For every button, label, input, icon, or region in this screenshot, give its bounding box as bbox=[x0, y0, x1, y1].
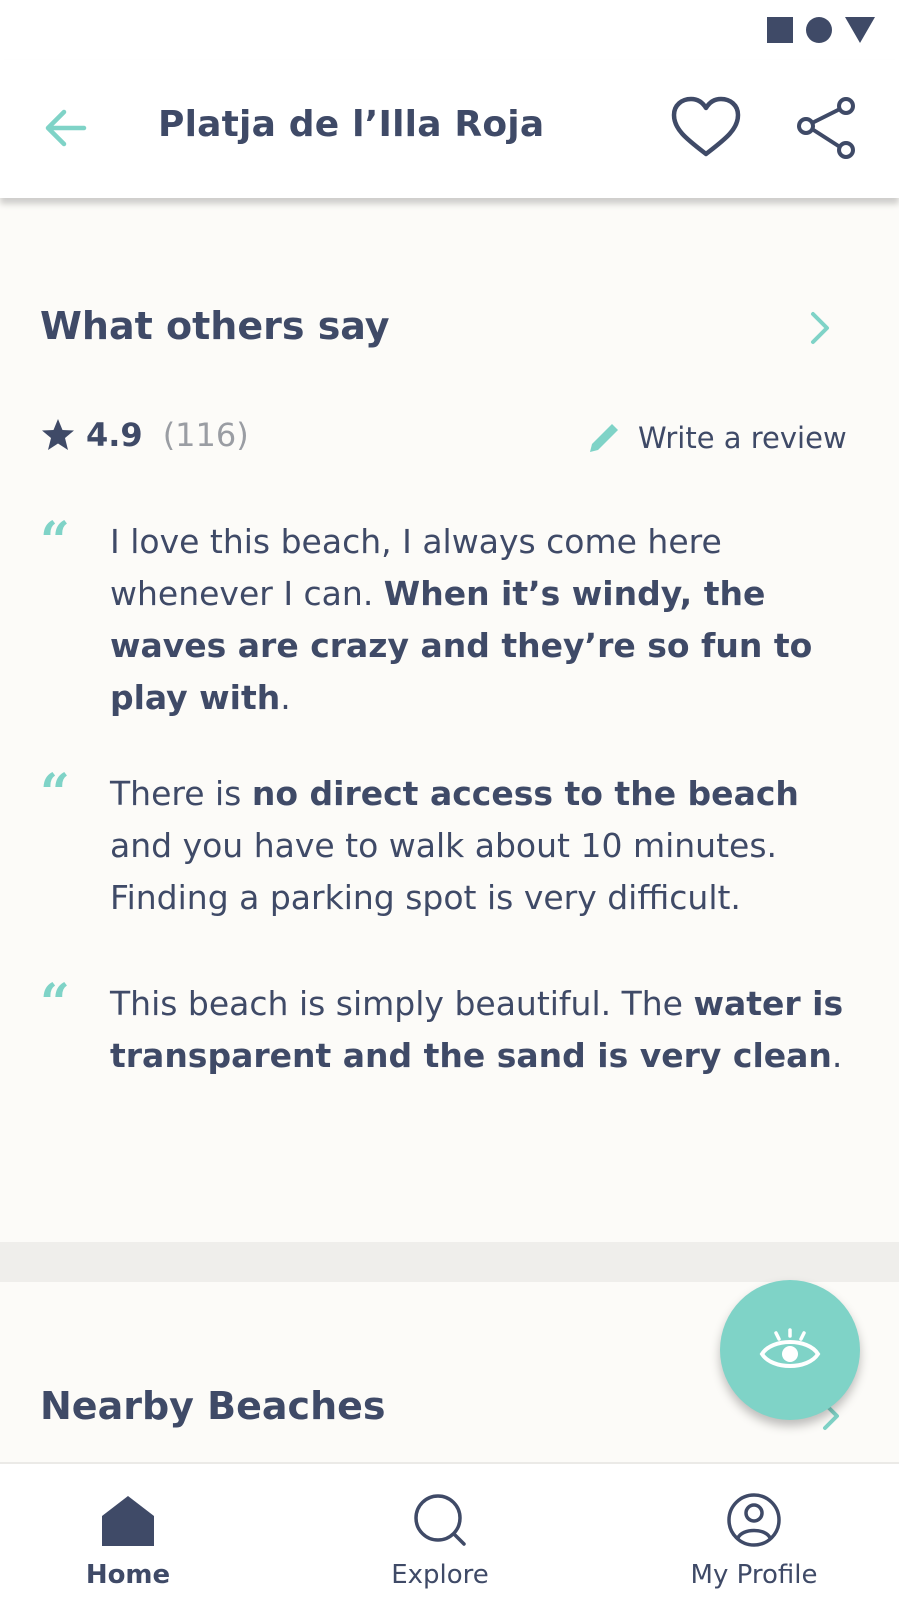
review-text: This beach is simply beautiful. The wate… bbox=[110, 978, 850, 1082]
chevron-right-icon bbox=[811, 312, 829, 344]
nav-home-label: Home bbox=[85, 1560, 171, 1590]
circle-icon bbox=[806, 17, 832, 43]
section-divider bbox=[0, 1242, 899, 1282]
status-bar bbox=[0, 0, 899, 60]
review-fragment: There is bbox=[110, 774, 252, 813]
review-highlight: no direct access to the beach bbox=[251, 774, 799, 813]
review-fragment: This beach is simply beautiful. The bbox=[110, 984, 694, 1023]
review-text: There is no direct access to the beach a… bbox=[110, 768, 850, 924]
square-icon bbox=[767, 17, 793, 43]
rating-value: 4.9 bbox=[86, 416, 143, 454]
nearby-title: Nearby Beaches bbox=[40, 1384, 386, 1428]
pencil-icon bbox=[590, 424, 618, 452]
nav-profile[interactable]: My Profile bbox=[654, 1464, 854, 1599]
status-icons bbox=[767, 16, 875, 44]
review-fragment: and you have to walk about 10 minutes. F… bbox=[110, 826, 778, 917]
star-icon bbox=[42, 419, 74, 450]
reviews-section: What others say 4.9 (116) Write a review… bbox=[0, 198, 899, 1242]
bottom-nav: Home Explore My Profile bbox=[0, 1462, 899, 1599]
favorite-button[interactable] bbox=[670, 96, 742, 160]
nav-explore-label: Explore bbox=[391, 1560, 489, 1590]
heart-icon bbox=[671, 96, 741, 157]
view-fab-button[interactable] bbox=[720, 1280, 860, 1420]
search-icon bbox=[414, 1494, 466, 1546]
triangle-icon bbox=[845, 17, 875, 43]
user-icon bbox=[727, 1493, 781, 1547]
arrow-left-icon bbox=[45, 109, 87, 147]
nav-explore[interactable]: Explore bbox=[340, 1464, 540, 1599]
page-title: Platja de l’Illa Roja bbox=[158, 104, 545, 145]
quote-icon: “ bbox=[40, 511, 70, 572]
review-fragment: . bbox=[831, 1036, 843, 1075]
review-fragment: . bbox=[280, 678, 291, 717]
home-icon bbox=[102, 1496, 154, 1546]
reviews-more-button[interactable] bbox=[805, 308, 835, 348]
quote-icon: “ bbox=[40, 973, 70, 1034]
quote-icon: “ bbox=[40, 763, 70, 824]
app-bar: Platja de l’Illa Roja bbox=[0, 60, 899, 198]
write-review-label: Write a review bbox=[638, 421, 847, 455]
back-button[interactable] bbox=[40, 100, 96, 156]
nav-profile-label: My Profile bbox=[690, 1560, 818, 1590]
section-title: What others say bbox=[40, 304, 390, 348]
share-icon bbox=[797, 97, 855, 159]
rating-count: (116) bbox=[162, 416, 249, 454]
share-button[interactable] bbox=[796, 96, 862, 162]
review-text: I love this beach, I always come here wh… bbox=[110, 516, 850, 724]
eye-icon bbox=[759, 1328, 821, 1368]
nav-home[interactable]: Home bbox=[28, 1464, 228, 1599]
write-review-button[interactable]: Write a review bbox=[586, 416, 847, 460]
rating-summary: 4.9 (116) bbox=[40, 413, 249, 457]
